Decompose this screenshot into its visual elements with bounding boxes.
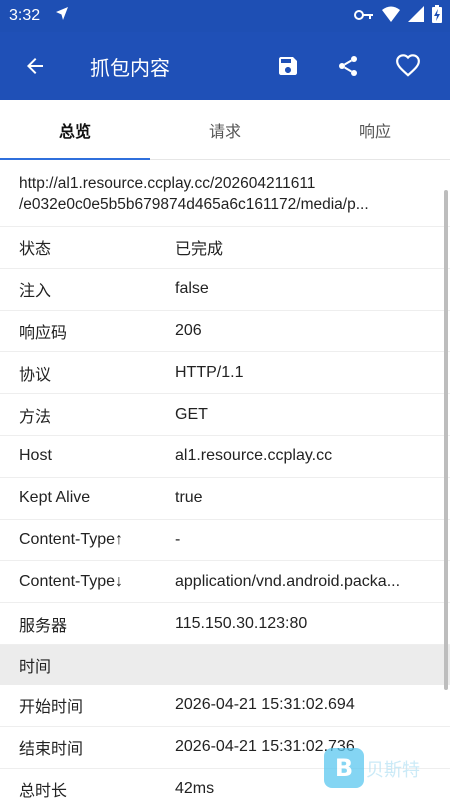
share-icon — [339, 56, 357, 76]
row-value: false — [175, 280, 209, 298]
section-header-time: 时间 — [0, 644, 450, 685]
url-line-2: /e032e0c0e5b5b679874d465a6c161172/media/… — [19, 196, 369, 213]
overview-content[interactable]: http://al1.resource.ccplay.cc/2026042116… — [0, 160, 450, 800]
wifi-icon — [382, 6, 400, 26]
status-time: 3:32 — [9, 7, 41, 24]
back-arrow-icon — [27, 58, 43, 74]
scrollbar[interactable] — [444, 190, 448, 690]
tab-response[interactable]: 响应 — [300, 100, 450, 159]
favorite-button[interactable] — [378, 32, 438, 100]
row-value: al1.resource.ccplay.cc — [175, 447, 333, 465]
navigation-arrow-icon — [54, 6, 70, 26]
row-key: 方法 — [19, 406, 52, 426]
tab-request[interactable]: 请求 — [150, 100, 300, 159]
watermark-text: 贝斯特 — [366, 760, 420, 781]
status-bar: 3:32 — [0, 0, 450, 32]
row-start-time[interactable]: 开始时间 2026-04-21 15:31:02.694 — [0, 685, 450, 727]
row-key: 注入 — [19, 281, 52, 301]
row-value: 206 — [175, 321, 202, 339]
row-server[interactable]: 服务器 115.150.30.123:80 — [0, 603, 450, 645]
row-key: Content-Type↓ — [19, 572, 124, 590]
page-title: 抓包内容 — [90, 55, 170, 80]
share-button[interactable] — [318, 32, 378, 100]
row-key: 协议 — [19, 364, 52, 384]
row-content-type-down[interactable]: Content-Type↓ application/vnd.android.pa… — [0, 561, 450, 604]
app-bar: 抓包内容 — [0, 32, 450, 100]
back-button[interactable] — [0, 32, 70, 100]
row-key: 总时长 — [19, 780, 68, 800]
tab-overview[interactable]: 总览 — [0, 100, 150, 160]
row-method[interactable]: 方法 GET — [0, 394, 450, 436]
row-injected[interactable]: 注入 false — [0, 269, 450, 311]
battery-icon — [432, 5, 442, 27]
url-line-1: http://al1.resource.ccplay.cc/2026042116… — [19, 175, 316, 192]
row-key: 开始时间 — [19, 697, 84, 717]
row-value: true — [175, 489, 203, 507]
heart-icon — [396, 54, 420, 77]
row-key: Kept Alive — [19, 489, 91, 507]
row-value: 2026-04-21 15:31:02.694 — [175, 696, 355, 714]
row-value: 42ms — [175, 779, 215, 797]
row-key: 结束时间 — [19, 739, 84, 759]
row-value: HTTP/1.1 — [175, 363, 244, 381]
request-url[interactable]: http://al1.resource.ccplay.cc/2026042116… — [0, 160, 450, 227]
row-value: GET — [175, 405, 208, 423]
row-value: 已完成 — [175, 241, 224, 259]
row-key: 响应码 — [19, 322, 68, 342]
row-value: 2026-04-21 15:31:02.736 — [175, 738, 355, 756]
status-icons — [354, 5, 442, 27]
row-response-code[interactable]: 响应码 206 — [0, 311, 450, 353]
watermark-logo: B — [324, 748, 364, 788]
key-icon — [354, 7, 374, 26]
row-key: 服务器 — [19, 615, 68, 635]
row-content-type-up[interactable]: Content-Type↑ - — [0, 520, 450, 562]
save-icon — [279, 57, 297, 75]
row-key: Host — [19, 447, 52, 465]
row-protocol[interactable]: 协议 HTTP/1.1 — [0, 352, 450, 395]
row-key: Content-Type↑ — [19, 530, 124, 548]
row-kept-alive[interactable]: Kept Alive true — [0, 478, 450, 520]
row-value: - — [175, 530, 181, 548]
row-key: 状态 — [19, 239, 52, 259]
row-value: 115.150.30.123:80 — [175, 614, 308, 632]
tab-bar: 总览 请求 响应 — [0, 100, 450, 160]
row-value: application/vnd.android.packa... — [175, 572, 401, 590]
save-button[interactable] — [258, 32, 318, 100]
signal-icon — [408, 6, 424, 26]
row-host[interactable]: Host al1.resource.ccplay.cc — [0, 436, 450, 478]
row-status[interactable]: 状态 已完成 — [0, 227, 450, 269]
